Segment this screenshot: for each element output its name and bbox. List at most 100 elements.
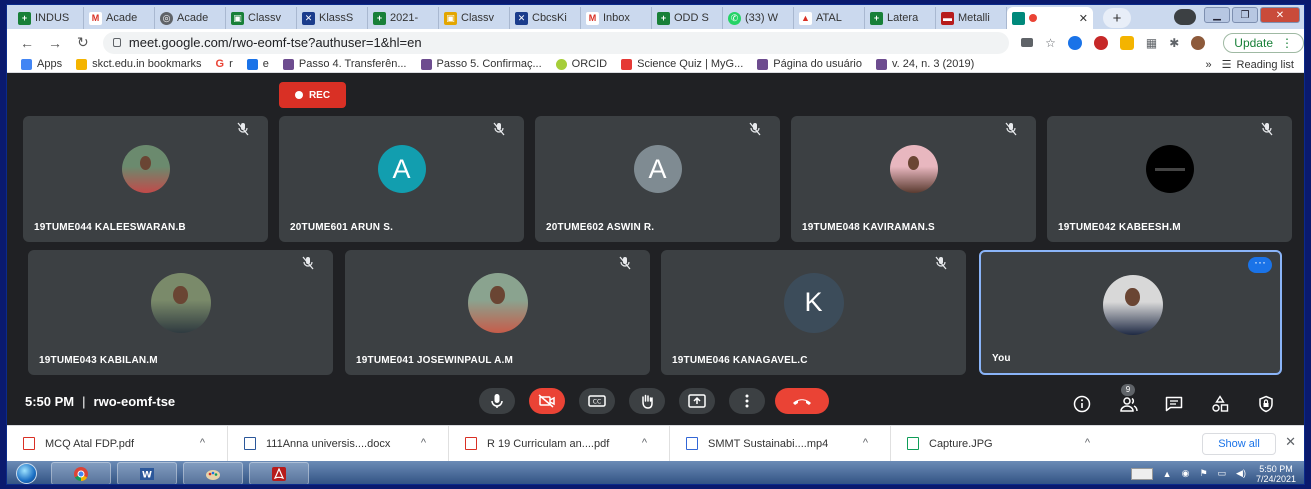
bookmark-apps[interactable]: Apps xyxy=(21,58,62,70)
forward-icon[interactable]: → xyxy=(47,35,63,51)
reading-list-button[interactable]: ☰ Reading list xyxy=(1222,58,1294,72)
download-item[interactable]: MCQ Atal FDP.pdf ^ xyxy=(7,426,228,461)
maximize-button[interactable]: ❐ xyxy=(1232,7,1258,23)
puzzle-icon[interactable]: ✱ xyxy=(1169,36,1179,50)
minimize-button[interactable]: ▁ xyxy=(1204,7,1230,23)
meeting-details-button[interactable] xyxy=(1071,394,1093,414)
captions-button[interactable]: CC xyxy=(579,388,615,414)
avatar: A xyxy=(377,145,426,193)
star-icon[interactable]: ☆ xyxy=(1045,36,1056,50)
taskbar-acrobat[interactable] xyxy=(249,462,309,484)
activities-button[interactable] xyxy=(1209,394,1231,414)
grid-icon[interactable]: ▦ xyxy=(1146,36,1157,50)
extension-blue-icon[interactable] xyxy=(1067,35,1082,50)
flag-icon[interactable]: ⚑ xyxy=(1199,468,1207,479)
taskbar-paint[interactable] xyxy=(183,462,243,484)
overflow-chevron-icon[interactable]: » xyxy=(1206,59,1212,71)
bookmark-volume[interactable]: v. 24, n. 3 (2019) xyxy=(875,58,974,70)
participant-tile[interactable]: 19TUME041 JOSEWINPAUL A.M xyxy=(345,250,650,375)
avatar[interactable] xyxy=(1191,35,1206,50)
chevron-up-icon[interactable]: ^ xyxy=(863,437,868,449)
tab-3[interactable]: ▣ Classv xyxy=(226,7,297,29)
bookmark-label: Science Quiz | MyG... xyxy=(637,58,744,70)
tab-10[interactable]: ✆ (33) W xyxy=(723,7,794,29)
tab-5[interactable]: +2021- xyxy=(368,7,439,29)
download-item[interactable]: R 19 Curriculam an....pdf ^ xyxy=(449,426,670,461)
camera-off-button[interactable] xyxy=(529,388,565,414)
bookmark-passo5[interactable]: Passo 5. Confirmaç... xyxy=(420,58,542,70)
thumbs-up-icon[interactable] xyxy=(1119,35,1134,50)
pdf-file-icon xyxy=(23,437,35,450)
volume-icon[interactable]: ◀) xyxy=(1236,468,1246,479)
tab-9[interactable]: + ODD S xyxy=(652,7,723,29)
tab-11[interactable]: ▲ ATAL xyxy=(794,7,865,29)
participant-tile[interactable]: A 20TUME602 ASWIN R. xyxy=(535,116,780,242)
url-input[interactable]: meet.google.com/rwo-eomf-tse?authuser=1&… xyxy=(102,31,1010,54)
present-button[interactable] xyxy=(679,388,715,414)
tab-12[interactable]: + Latera xyxy=(865,7,936,29)
profile-icon[interactable] xyxy=(1174,9,1196,25)
bookmark-science-quiz[interactable]: Science Quiz | MyG... xyxy=(621,58,743,70)
taskbar-clock[interactable]: 5:50 PM 7/24/2021 xyxy=(1256,464,1296,484)
chevron-up-icon[interactable]: ^ xyxy=(200,437,205,449)
network-icon[interactable]: ◉ xyxy=(1182,468,1190,479)
show-all-button[interactable]: Show all xyxy=(1202,433,1276,455)
tab-2[interactable]: ◎ Acade xyxy=(155,7,226,29)
tab-8[interactable]: M Inbox xyxy=(581,7,652,29)
chevron-up-icon[interactable]: ^ xyxy=(642,437,647,449)
keyboard-icon[interactable] xyxy=(1130,467,1153,480)
bookmark-google[interactable]: Gr xyxy=(216,58,233,70)
camera-icon[interactable] xyxy=(1021,38,1034,47)
tab-7[interactable]: ✕ CbcsKi xyxy=(510,7,581,29)
start-button[interactable] xyxy=(7,461,45,484)
participant-tile[interactable]: K 19TUME046 KANAGAVEL.C xyxy=(661,250,966,375)
bookmark-orcid[interactable]: ORCID xyxy=(555,58,607,70)
more-options-button[interactable] xyxy=(729,388,765,414)
taskbar-chrome[interactable] xyxy=(51,462,111,484)
tab-label: Inbox xyxy=(603,12,630,24)
close-tab-icon[interactable]: ✕ xyxy=(1079,12,1088,25)
reload-icon[interactable]: ↻ xyxy=(75,34,91,51)
extension-red-icon[interactable] xyxy=(1093,35,1108,50)
participant-tile[interactable]: A 20TUME601 ARUN S. xyxy=(279,116,524,242)
bookmark-e[interactable]: e xyxy=(246,58,269,70)
windows-orb-icon xyxy=(15,463,37,484)
tab-1[interactable]: M Acade xyxy=(84,7,155,29)
participant-tile[interactable]: 19TUME044 KALEESWARAN.B xyxy=(23,116,268,242)
download-item[interactable]: Capture.JPG ^ xyxy=(891,426,1112,461)
taskbar-word[interactable]: W xyxy=(117,462,177,484)
chevron-up-icon[interactable]: ▲ xyxy=(1163,469,1172,479)
chat-icon xyxy=(1165,396,1183,412)
chevron-up-icon[interactable]: ^ xyxy=(421,437,426,449)
tab-0[interactable]: + INDUS xyxy=(13,7,84,29)
back-icon[interactable]: ← xyxy=(19,35,35,51)
host-controls-button[interactable] xyxy=(1255,394,1277,414)
tab-4[interactable]: ✕ KlassS xyxy=(297,7,368,29)
participant-name: 20TUME602 ASWIN R. xyxy=(546,222,655,233)
bookmark-pagina[interactable]: Página do usuário xyxy=(757,58,862,70)
tab-active-meet[interactable]: ✕ xyxy=(1007,7,1093,29)
participant-tile[interactable]: 19TUME042 KABEESH.M xyxy=(1047,116,1292,242)
download-item[interactable]: 111Anna universis....docx ^ xyxy=(228,426,449,461)
chevron-up-icon[interactable]: ^ xyxy=(1085,437,1090,449)
participant-tile[interactable]: 19TUME043 KABILAN.M xyxy=(28,250,333,375)
tile-more-options-button[interactable]: ··· xyxy=(1248,256,1272,273)
microphone-button[interactable] xyxy=(479,388,515,414)
close-downloads-icon[interactable]: ✕ xyxy=(1285,434,1296,450)
participant-tile[interactable]: ··· You xyxy=(979,250,1282,375)
bookmark-folder[interactable]: skct.edu.in bookmarks xyxy=(76,58,202,70)
new-tab-button[interactable]: + xyxy=(1103,8,1131,28)
chat-button[interactable] xyxy=(1163,394,1185,414)
download-item[interactable]: SMMT Sustainabi....mp4 ^ xyxy=(670,426,891,461)
tab-favicon-icon: ▲ xyxy=(799,11,812,25)
battery-icon[interactable]: ▭ xyxy=(1218,468,1227,479)
raise-hand-button[interactable] xyxy=(629,388,665,414)
tab-13[interactable]: ▬ Metalli xyxy=(936,7,1007,29)
bookmark-passo4[interactable]: Passo 4. Transferên... xyxy=(282,58,407,70)
close-window-button[interactable]: ✕ xyxy=(1260,7,1300,23)
tab-6[interactable]: ▣ Classv xyxy=(439,7,510,29)
participant-tile[interactable]: 19TUME048 KAVIRAMAN.S xyxy=(791,116,1036,242)
people-button[interactable]: 9 xyxy=(1118,384,1140,414)
update-button[interactable]: Update ⋮ xyxy=(1223,32,1304,53)
leave-call-button[interactable] xyxy=(775,388,829,414)
